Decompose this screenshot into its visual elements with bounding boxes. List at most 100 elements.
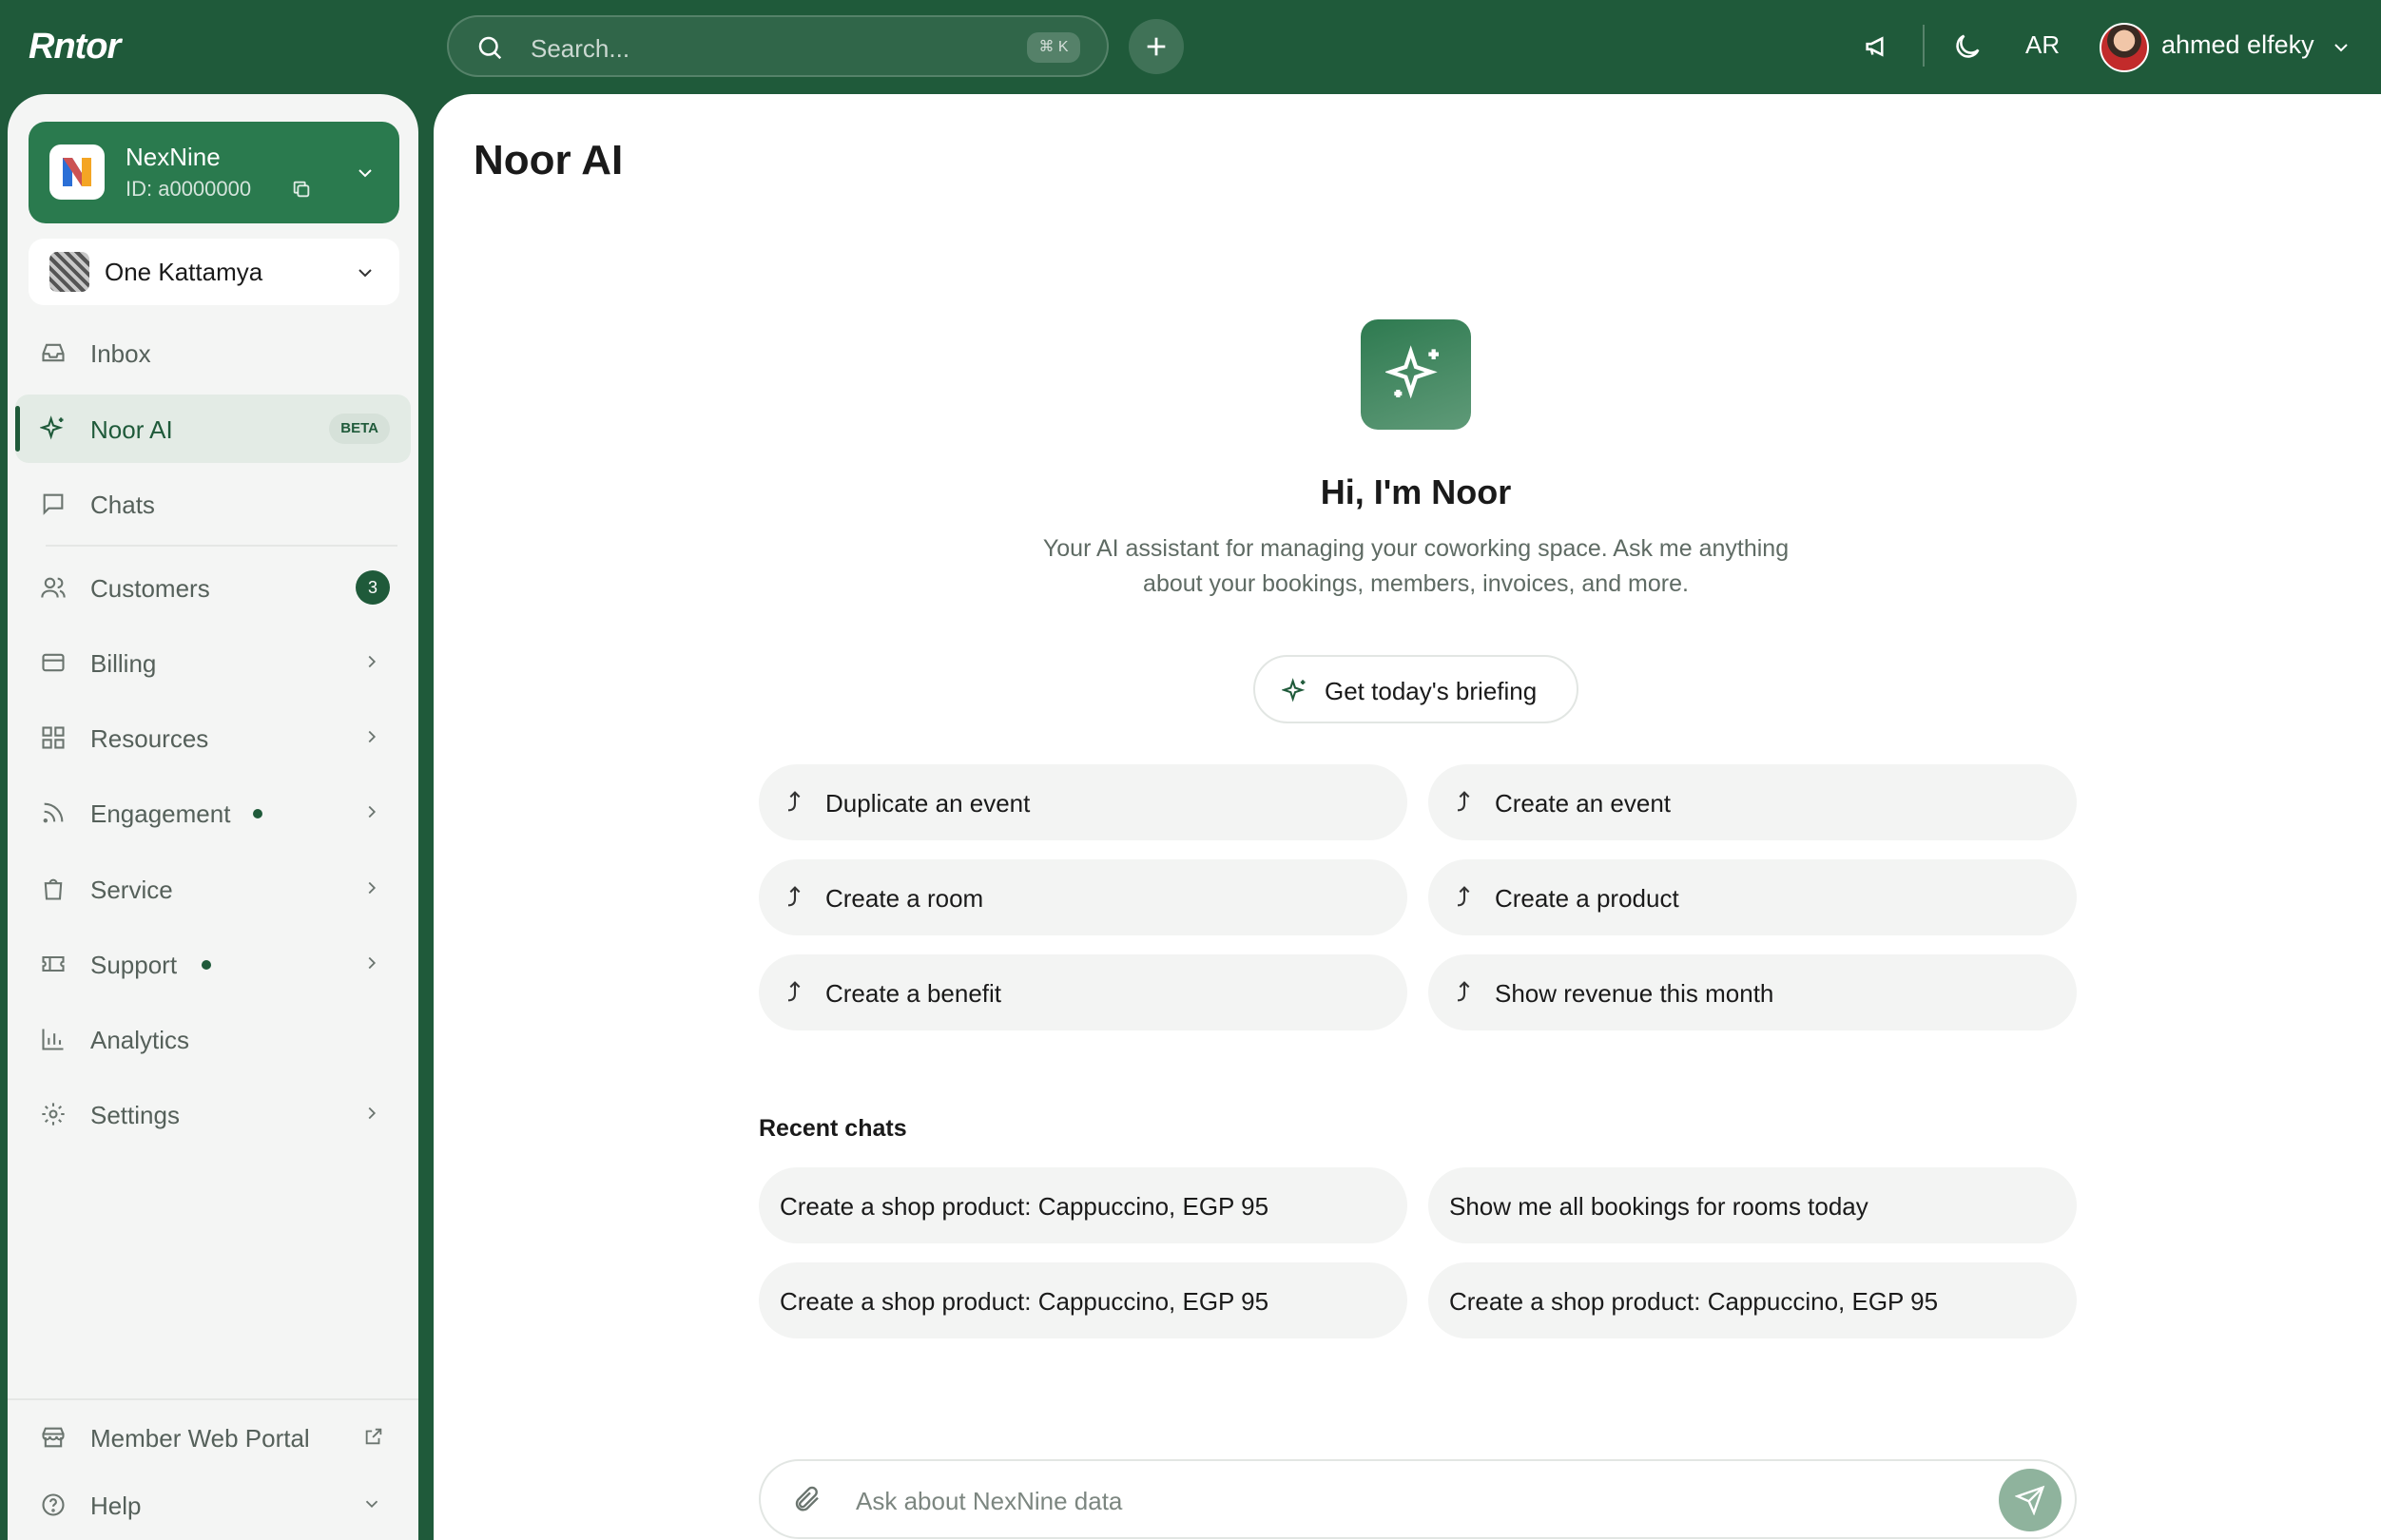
notification-dot bbox=[202, 960, 211, 970]
arrow-up-icon bbox=[1457, 886, 1470, 907]
sidebar-item-chats[interactable]: Chats bbox=[15, 470, 411, 538]
paperclip-icon[interactable] bbox=[791, 1484, 822, 1514]
app-logo[interactable]: Rntor bbox=[29, 27, 121, 67]
noor-logo bbox=[1361, 319, 1471, 430]
arrow-up-icon bbox=[787, 791, 801, 812]
suggestion-pill[interactable]: Create a benefit bbox=[759, 954, 1407, 1030]
topbar-divider bbox=[1923, 25, 1925, 67]
sidebar-footer-divider bbox=[8, 1398, 418, 1400]
location-selector[interactable]: One Kattamya bbox=[29, 239, 399, 305]
plus-icon bbox=[1147, 37, 1166, 56]
chevron-down-icon[interactable] bbox=[2330, 36, 2352, 59]
greeting-heading: Hi, I'm Noor bbox=[1320, 472, 1512, 511]
chevron-right-icon bbox=[368, 655, 377, 668]
external-link-icon bbox=[365, 1428, 382, 1445]
sidebar-item-customers[interactable]: Customers 3 bbox=[15, 553, 411, 622]
suggestion-pill[interactable]: Create a room bbox=[759, 859, 1407, 935]
suggestion-pill[interactable]: Create an event bbox=[1428, 764, 2077, 840]
users-icon bbox=[41, 577, 66, 598]
sidebar-item-label: Billing bbox=[90, 649, 157, 678]
chevron-right-icon bbox=[368, 730, 377, 743]
chevron-right-icon bbox=[368, 881, 377, 895]
workspace-switcher[interactable]: NexNine ID: a0000000 bbox=[29, 122, 399, 223]
location-image bbox=[49, 252, 89, 292]
sidebar-item-help[interactable]: Help bbox=[15, 1471, 411, 1539]
chevron-right-icon bbox=[368, 1107, 377, 1120]
arrow-up-icon bbox=[1457, 981, 1470, 1002]
megaphone-icon[interactable] bbox=[1862, 30, 1894, 63]
workspace-logo bbox=[49, 144, 105, 200]
sidebar-item-inbox[interactable]: Inbox bbox=[15, 318, 411, 387]
sidebar-item-label: Member Web Portal bbox=[90, 1424, 310, 1453]
recent-chat-item[interactable]: Create a shop product: Cappuccino, EGP 9… bbox=[759, 1167, 1407, 1243]
customers-count-badge: 3 bbox=[356, 570, 390, 605]
suggestion-label: Duplicate an event bbox=[825, 789, 1031, 818]
sidebar-item-label: Analytics bbox=[90, 1026, 190, 1054]
chevron-down-icon bbox=[358, 169, 372, 178]
credit-card-icon bbox=[42, 653, 65, 672]
rss-icon bbox=[43, 802, 64, 823]
recent-chat-item[interactable]: Show me all bookings for rooms today bbox=[1428, 1167, 2077, 1243]
briefing-label: Get today's briefing bbox=[1325, 677, 1538, 705]
suggestion-label: Show revenue this month bbox=[1495, 979, 1774, 1008]
user-name[interactable]: ahmed elfeky bbox=[2161, 30, 2314, 60]
sidebar-item-service[interactable]: Service bbox=[15, 855, 411, 923]
suggestion-pill[interactable]: Show revenue this month bbox=[1428, 954, 2077, 1030]
chevron-right-icon bbox=[368, 805, 377, 818]
suggestion-label: Create a benefit bbox=[825, 979, 1002, 1008]
page-title: Noor AI bbox=[474, 137, 624, 183]
suggestion-label: Create an event bbox=[1495, 789, 1672, 818]
sidebar-item-member-web-portal[interactable]: Member Web Portal bbox=[15, 1403, 411, 1472]
ticket-icon bbox=[42, 955, 65, 972]
copy-icon[interactable] bbox=[291, 179, 312, 200]
sidebar-item-analytics[interactable]: Analytics bbox=[15, 1005, 411, 1073]
language-switch[interactable]: AR bbox=[2025, 30, 2060, 60]
search-shortcut-badge: ⌘ K bbox=[1027, 32, 1080, 63]
arrow-up-icon bbox=[1457, 791, 1470, 812]
sidebar-item-label: Engagement bbox=[90, 799, 231, 828]
recent-chat-label: Create a shop product: Cappuccino, EGP 9… bbox=[780, 1287, 1269, 1316]
beta-badge: BETA bbox=[329, 414, 390, 444]
sidebar-item-billing[interactable]: Billing bbox=[15, 628, 411, 697]
chat-input[interactable] bbox=[856, 1480, 1902, 1522]
sidebar-item-label: Resources bbox=[90, 724, 209, 753]
get-briefing-button[interactable]: Get today's briefing bbox=[1253, 655, 1578, 723]
suggestion-pill[interactable]: Create a product bbox=[1428, 859, 2077, 935]
send-icon bbox=[2015, 1485, 2045, 1515]
search-placeholder: Search... bbox=[531, 34, 630, 63]
workspace-name: NexNine bbox=[126, 143, 221, 171]
sparkle-icon bbox=[40, 415, 64, 440]
suggestion-label: Create a room bbox=[825, 884, 984, 913]
sidebar-item-resources[interactable]: Resources bbox=[15, 703, 411, 772]
sidebar-item-label: Help bbox=[90, 1492, 142, 1520]
arrow-up-icon bbox=[787, 886, 801, 907]
grid-icon bbox=[42, 726, 65, 749]
top-bar: Rntor Search... ⌘ K AR ahmed elfeky bbox=[0, 0, 2381, 94]
sidebar-item-settings[interactable]: Settings bbox=[15, 1080, 411, 1148]
recent-chat-item[interactable]: Create a shop product: Cappuccino, EGP 9… bbox=[759, 1262, 1407, 1338]
sidebar-item-support[interactable]: Support bbox=[15, 930, 411, 998]
add-button[interactable] bbox=[1129, 19, 1184, 74]
sidebar-item-label: Support bbox=[90, 951, 178, 979]
suggestion-pill[interactable]: Duplicate an event bbox=[759, 764, 1407, 840]
main-content: Noor AI Hi, I'm Noor Your AI assistant f… bbox=[434, 94, 2381, 1540]
shopping-bag-icon bbox=[44, 878, 63, 900]
recent-chat-label: Create a shop product: Cappuccino, EGP 9… bbox=[1449, 1287, 1939, 1316]
chevron-down-icon bbox=[358, 269, 372, 278]
recent-chat-item[interactable]: Create a shop product: Cappuccino, EGP 9… bbox=[1428, 1262, 2077, 1338]
recent-chat-label: Create a shop product: Cappuccino, EGP 9… bbox=[780, 1192, 1269, 1221]
arrow-up-icon bbox=[787, 981, 801, 1002]
recent-chats-heading: Recent chats bbox=[759, 1115, 907, 1142]
sidebar-item-label: Service bbox=[90, 876, 173, 904]
assistant-description: Your AI assistant for managing your cowo… bbox=[1042, 535, 1790, 597]
location-name: One Kattamya bbox=[105, 258, 263, 286]
sidebar-item-label: Noor AI bbox=[90, 415, 173, 444]
avatar[interactable] bbox=[2100, 23, 2149, 72]
bar-chart-icon bbox=[42, 1029, 64, 1050]
sidebar-item-engagement[interactable]: Engagement bbox=[15, 779, 411, 847]
search-bar[interactable]: Search... ⌘ K bbox=[447, 15, 1109, 77]
moon-icon[interactable] bbox=[1951, 30, 1984, 63]
sidebar-item-noor-ai[interactable]: Noor AI BETA bbox=[15, 395, 411, 463]
store-icon bbox=[42, 1427, 65, 1448]
send-button[interactable] bbox=[1999, 1469, 2062, 1531]
